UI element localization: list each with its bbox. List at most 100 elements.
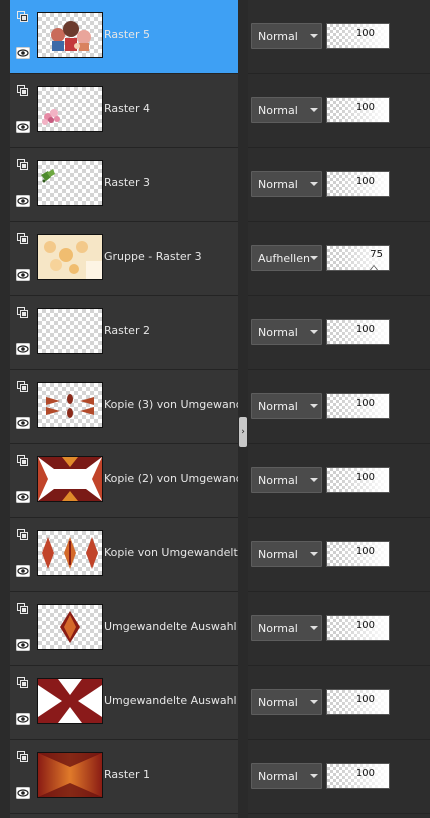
opacity-slider[interactable]: 100: [326, 319, 390, 345]
layer-row[interactable]: Kopie von Umgewandelte Auswahl: [10, 518, 238, 592]
eye-icon[interactable]: [16, 636, 30, 651]
layer-thumbnail[interactable]: [37, 160, 103, 206]
eye-icon[interactable]: [16, 562, 30, 577]
chevron-down-icon[interactable]: [310, 626, 318, 630]
chevron-down-icon[interactable]: [310, 774, 318, 778]
layer-row[interactable]: Umgewandelte Auswahl 1: [10, 592, 238, 666]
layer-name[interactable]: Raster 3: [104, 176, 238, 189]
layer-group-icon[interactable]: [17, 378, 29, 392]
layer-thumbnail[interactable]: [37, 604, 103, 650]
blend-mode-dropdown[interactable]: Normal: [251, 171, 322, 197]
layer-name[interactable]: Gruppe - Raster 3: [104, 250, 238, 263]
chevron-down-icon[interactable]: [310, 34, 318, 38]
opacity-slider[interactable]: 100: [326, 615, 390, 641]
layer-row[interactable]: Umgewandelte Auswahl: [10, 666, 238, 740]
chevron-down-icon[interactable]: [310, 330, 318, 334]
opacity-slider[interactable]: 100: [326, 171, 390, 197]
blend-mode-dropdown[interactable]: Normal: [251, 393, 322, 419]
blend-mode-dropdown[interactable]: Normal: [251, 97, 322, 123]
blend-mode-label: Normal: [258, 474, 298, 487]
layer-group-icon[interactable]: [17, 8, 29, 22]
chevron-down-icon[interactable]: [310, 700, 318, 704]
layer-name[interactable]: Umgewandelte Auswahl 1: [104, 620, 238, 633]
eye-icon[interactable]: [16, 488, 30, 503]
layer-thumbnail[interactable]: [37, 308, 103, 354]
opacity-slider[interactable]: 100: [326, 23, 390, 49]
layer-row[interactable]: Raster 2: [10, 296, 238, 370]
opacity-slider[interactable]: 100: [326, 393, 390, 419]
layer-name[interactable]: Kopie (2) von Umgewandelte Auswahl: [104, 472, 238, 485]
layer-thumbnail[interactable]: [37, 12, 103, 58]
layer-thumbnail[interactable]: [37, 752, 103, 798]
blend-mode-dropdown[interactable]: Normal: [251, 541, 322, 567]
opacity-slider[interactable]: 100: [326, 763, 390, 789]
eye-icon[interactable]: [16, 192, 30, 207]
layer-group-icon[interactable]: [17, 748, 29, 762]
chevron-down-icon[interactable]: [310, 256, 318, 260]
blend-mode-dropdown[interactable]: Aufhellen: [251, 245, 322, 271]
chevron-down-icon[interactable]: [310, 182, 318, 186]
layer-group-icon[interactable]: [17, 452, 29, 466]
layer-name[interactable]: Raster 5: [104, 28, 238, 41]
layer-thumbnail[interactable]: [37, 382, 103, 428]
layer-row[interactable]: Kopie (2) von Umgewandelte Auswahl: [10, 444, 238, 518]
chevron-down-icon[interactable]: [310, 552, 318, 556]
opacity-value: 100: [355, 324, 375, 335]
panel-splitter[interactable]: [238, 0, 248, 818]
layer-name[interactable]: Raster 1: [104, 768, 238, 781]
opacity-slider[interactable]: 100: [326, 97, 390, 123]
eye-icon[interactable]: [16, 266, 30, 281]
opacity-slider[interactable]: 100: [326, 467, 390, 493]
opacity-value: 100: [355, 694, 375, 705]
eye-icon[interactable]: [16, 340, 30, 355]
layers-gutter: [0, 0, 10, 818]
blend-mode-dropdown[interactable]: Normal: [251, 689, 322, 715]
blend-mode-dropdown[interactable]: Normal: [251, 319, 322, 345]
layer-properties-row: Normal 100: [248, 370, 430, 444]
blend-mode-dropdown[interactable]: Normal: [251, 467, 322, 493]
layer-row[interactable]: Raster 3: [10, 148, 238, 222]
splitter-handle-chevron-icon[interactable]: ›: [239, 417, 247, 447]
opacity-slider[interactable]: 75: [326, 245, 390, 271]
eye-icon[interactable]: [16, 784, 30, 799]
eye-icon[interactable]: [16, 414, 30, 429]
blend-mode-label: Normal: [258, 104, 298, 117]
layer-group-icon[interactable]: [17, 304, 29, 318]
layer-name[interactable]: Kopie (3) von Umgewandelte Auswahl: [104, 398, 238, 411]
chevron-down-icon[interactable]: [310, 108, 318, 112]
layer-row[interactable]: Kopie (3) von Umgewandelte Auswahl: [10, 370, 238, 444]
blend-mode-label: Normal: [258, 326, 298, 339]
layer-thumbnail[interactable]: [37, 530, 103, 576]
layer-name[interactable]: Umgewandelte Auswahl: [104, 694, 238, 707]
layer-thumbnail[interactable]: [37, 86, 103, 132]
layer-group-icon[interactable]: [17, 674, 29, 688]
blend-mode-dropdown[interactable]: Normal: [251, 763, 322, 789]
layer-thumbnail[interactable]: [37, 234, 103, 280]
layer-thumbnail[interactable]: [37, 678, 103, 724]
layer-row[interactable]: Gruppe - Raster 3: [10, 222, 238, 296]
layer-group-icon[interactable]: [17, 156, 29, 170]
eye-icon[interactable]: [16, 710, 30, 725]
layer-row[interactable]: Raster 5: [10, 0, 238, 74]
blend-mode-dropdown[interactable]: Normal: [251, 615, 322, 641]
opacity-slider[interactable]: 100: [326, 541, 390, 567]
layer-group-icon[interactable]: [17, 230, 29, 244]
layer-thumbnail[interactable]: [37, 456, 103, 502]
eye-icon[interactable]: [16, 44, 30, 59]
layer-properties-row: Normal 100: [248, 148, 430, 222]
blend-mode-dropdown[interactable]: Normal: [251, 23, 322, 49]
layer-properties-row: Normal 100: [248, 592, 430, 666]
chevron-down-icon[interactable]: [310, 404, 318, 408]
opacity-slider[interactable]: 100: [326, 689, 390, 715]
layer-row[interactable]: Raster 4: [10, 74, 238, 148]
eye-icon[interactable]: [16, 118, 30, 133]
layer-name[interactable]: Raster 4: [104, 102, 238, 115]
layer-name[interactable]: Raster 2: [104, 324, 238, 337]
layer-row[interactable]: Raster 1: [10, 740, 238, 814]
layer-group-icon[interactable]: [17, 82, 29, 96]
layer-name[interactable]: Kopie von Umgewandelte Auswahl: [104, 546, 238, 559]
blend-mode-label: Normal: [258, 622, 298, 635]
layer-group-icon[interactable]: [17, 600, 29, 614]
chevron-down-icon[interactable]: [310, 478, 318, 482]
layer-group-icon[interactable]: [17, 526, 29, 540]
